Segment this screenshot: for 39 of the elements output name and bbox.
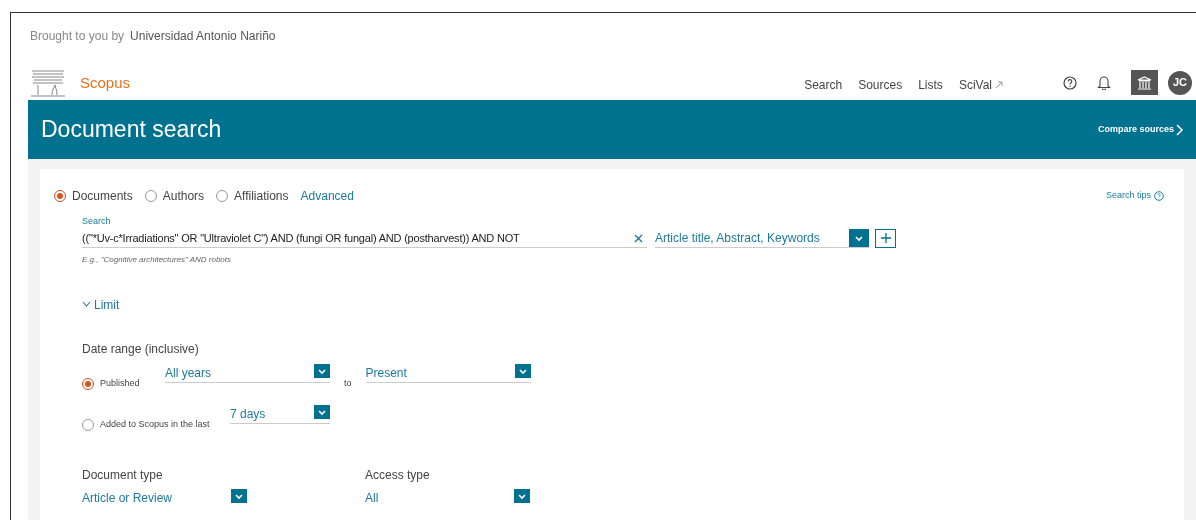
dropdown[interactable]: 7 days [230, 404, 330, 424]
user-avatar[interactable]: JC [1168, 70, 1192, 95]
building-icon [1137, 75, 1152, 90]
chevron-right-icon [1174, 123, 1184, 136]
plus-icon [880, 233, 891, 243]
section-title: Date range (inclusive) [82, 340, 200, 358]
institution-name: Universidad Antonio Nariño [130, 28, 276, 45]
dropdown[interactable]: Present [365, 363, 531, 383]
range-joiner: to [344, 377, 352, 390]
brand-name[interactable]: Scopus [80, 72, 131, 95]
bell-icon[interactable] [1097, 75, 1111, 90]
dropdown[interactable]: All years [165, 363, 330, 383]
help-icon[interactable] [1063, 75, 1077, 90]
radio-label: Documents [72, 188, 133, 205]
limit-toggle[interactable]: Limit [82, 295, 120, 314]
hint-text: E.g., "Cognitive architectures" AND robots [82, 253, 232, 266]
nav-link[interactable]: Search [804, 75, 843, 94]
close-icon [634, 234, 643, 244]
nav-link[interactable]: Lists [918, 75, 943, 94]
add-field-button[interactable] [875, 228, 896, 248]
dropdown[interactable]: Article or Review [82, 488, 247, 507]
section-title: Access type [365, 466, 431, 484]
radio-label: Authors [162, 188, 205, 205]
nav-link[interactable]: SciVal [958, 75, 1003, 94]
field-label: Search [82, 215, 112, 228]
intro-text: Brought to you by [30, 28, 125, 45]
radio-label: Published [100, 377, 140, 390]
search-tips-link[interactable]: Search tips [1105, 189, 1164, 203]
page-title: Document search [41, 115, 222, 144]
nav-link[interactable]: Sources [858, 75, 903, 94]
radio-label: Affiliations [234, 188, 289, 205]
help-icon [1154, 191, 1164, 201]
institution-button[interactable] [1131, 70, 1158, 95]
dropdown[interactable]: All [365, 488, 530, 507]
advanced-link[interactable]: Advanced [300, 187, 354, 205]
section-title: Document type [82, 466, 164, 484]
radio-label: Added to Scopus in the last [100, 418, 210, 431]
dropdown[interactable]: Article title, Abstract, Keywords [655, 228, 869, 248]
compare-link[interactable]: Compare sources [1097, 122, 1184, 137]
